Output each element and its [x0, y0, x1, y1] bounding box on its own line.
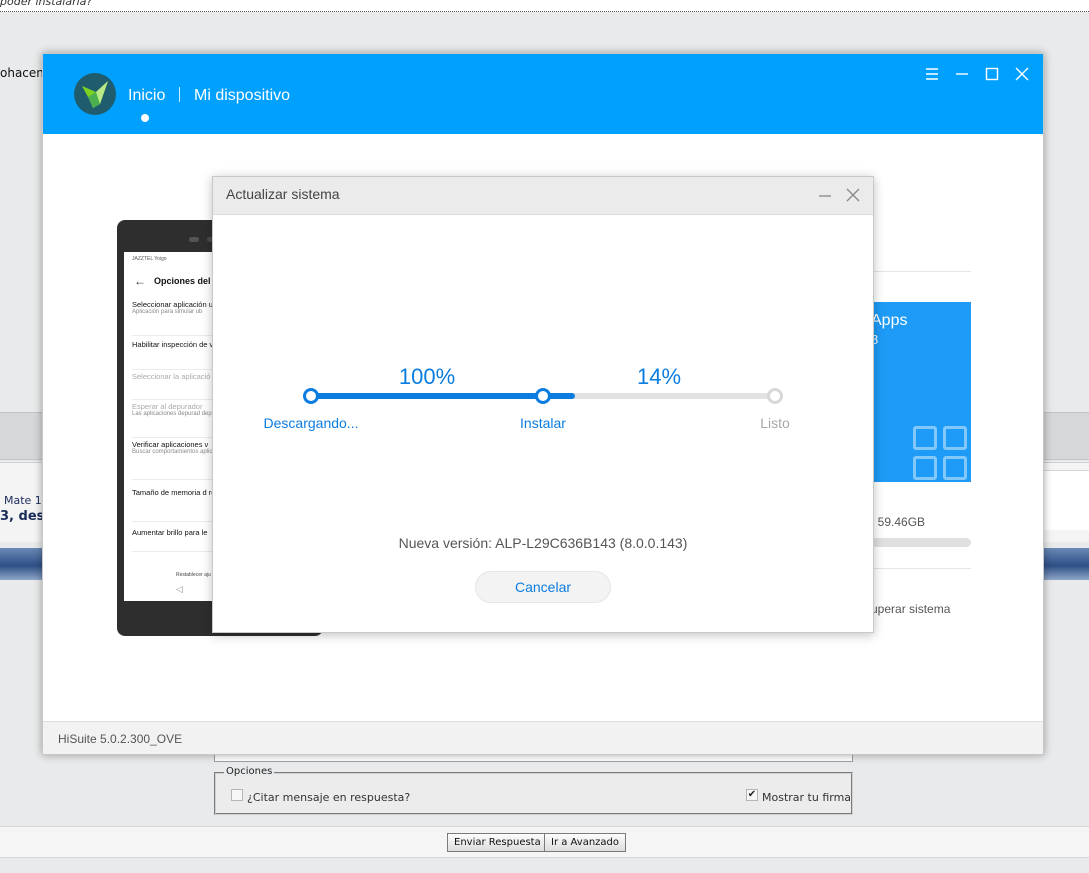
install-percent: 14%	[636, 364, 682, 389]
new-version-text: Nueva versión: ALP-L29C636B143 (8.0.0.14…	[398, 535, 688, 551]
minimize-icon[interactable]	[953, 65, 971, 83]
go-advanced-button[interactable]: Ir a Avanzado	[544, 833, 627, 852]
quote-checkbox[interactable]	[231, 789, 243, 801]
panel-divider	[871, 271, 971, 272]
step-label-install: Instalar	[520, 415, 566, 431]
phone-camera	[189, 237, 199, 242]
step-node-download	[303, 388, 319, 404]
panel-divider	[871, 568, 971, 569]
apps-card[interactable]: Apps 8	[871, 302, 971, 482]
back-arrow-icon: ←	[134, 274, 146, 288]
quote-label: ¿Citar mensaje en respuesta?	[247, 791, 411, 804]
signature-label: Mostrar tu firma	[762, 791, 852, 804]
step-label-download: Descargando...	[263, 415, 359, 431]
update-dialog: Actualizar sistema 100% 14% Descargando.…	[212, 176, 874, 633]
hisuite-footer: HiSuite 5.0.2.300_OVE	[43, 721, 1043, 754]
phone-status-bar: JAZZTEL Yoigo	[132, 256, 167, 262]
download-percent: 100%	[398, 364, 456, 389]
active-tab-indicator	[141, 114, 149, 122]
options-legend: Opciones	[224, 766, 275, 777]
maximize-icon[interactable]	[983, 65, 1001, 83]
hisuite-header: Inicio Mi dispositivo	[43, 54, 1043, 134]
forum-top-text: poder instalarla?	[0, 0, 93, 8]
hisuite-version: HiSuite 5.0.2.300_OVE	[58, 732, 183, 746]
cancel-button[interactable]: Cancelar	[475, 571, 611, 603]
phone-screen-title: Opciones del d	[154, 276, 219, 286]
recover-system-link[interactable]: uperar sistema	[871, 602, 950, 616]
tab-mi-dispositivo[interactable]: Mi dispositivo	[194, 87, 290, 105]
step-node-done	[767, 388, 783, 404]
step-label-done: Listo	[760, 415, 790, 431]
forum-left-text: ohacen	[0, 66, 44, 80]
forum-right-strip	[1044, 470, 1089, 530]
step-node-install	[535, 388, 551, 404]
update-progress-steps: 100% 14% Descargando... Instalar Listo	[213, 177, 873, 477]
storage-text: : 59.46GB	[871, 515, 926, 529]
storage-bar	[871, 538, 971, 547]
download-progress-bar	[311, 393, 543, 399]
menu-icon[interactable]	[923, 65, 941, 83]
hisuite-logo-icon	[73, 72, 117, 116]
phone-nav-back-icon: ◁	[176, 584, 183, 594]
tab-separator	[179, 87, 180, 102]
signature-checkbox[interactable]: ✔	[746, 789, 758, 801]
apps-card-title: Apps	[871, 312, 908, 329]
forum-top-line: poder instalarla?	[0, 0, 1089, 12]
close-icon[interactable]	[1013, 65, 1031, 83]
tab-inicio[interactable]: Inicio	[128, 87, 165, 105]
send-reply-button[interactable]: Enviar Respuesta	[447, 833, 548, 852]
phone-reset-text: Restablecer aju	[176, 572, 211, 578]
